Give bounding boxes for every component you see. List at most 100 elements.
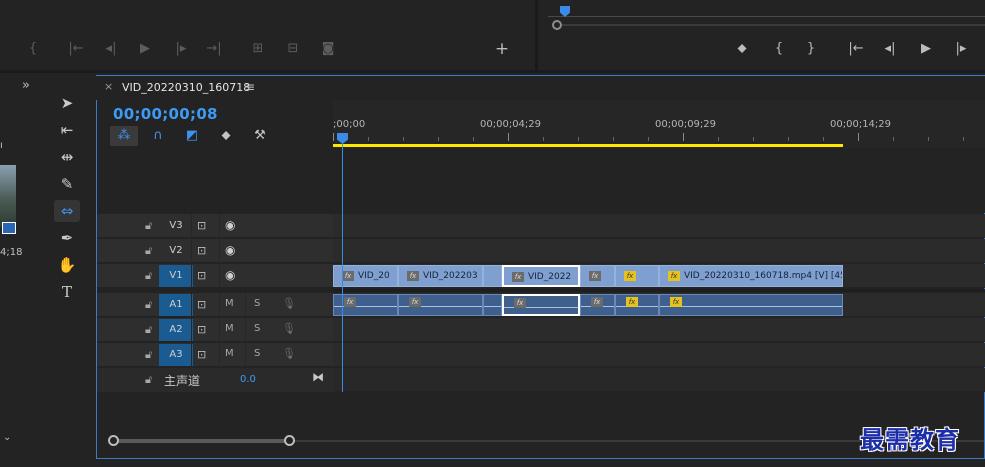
- source-play-button[interactable]: ▶: [136, 40, 154, 58]
- slip-tool-icon[interactable]: ⇔: [54, 200, 80, 222]
- playhead-timecode[interactable]: 00;00;00;08: [113, 105, 218, 123]
- program-zoom-handle[interactable]: [552, 20, 562, 30]
- video-clip[interactable]: fx: [580, 265, 615, 287]
- program-mark-in-button[interactable]: {: [772, 40, 786, 58]
- pen-tool-icon[interactable]: ✒: [54, 227, 80, 249]
- solo-button[interactable]: S: [254, 348, 260, 359]
- panel-menu-icon[interactable]: ≡: [245, 80, 255, 94]
- track-lane-a2[interactable]: [333, 318, 985, 342]
- lock-icon[interactable]: 🔓︎: [145, 323, 152, 337]
- source-mark-in-button[interactable]: {: [26, 40, 40, 58]
- program-play-button[interactable]: ▶: [916, 40, 936, 58]
- mute-button[interactable]: M: [225, 323, 234, 334]
- audio-clip-selected[interactable]: fx: [502, 294, 580, 316]
- eye-icon[interactable]: ◉: [225, 243, 235, 257]
- track-header-v2[interactable]: 🔓︎ V2 ⊡ ◉: [97, 239, 333, 263]
- audio-clip[interactable]: fx: [615, 294, 659, 316]
- source-step-back-button[interactable]: ◂|: [102, 40, 120, 58]
- program-ruler[interactable]: [548, 16, 985, 17]
- scrollbar-thumb[interactable]: [114, 439, 290, 443]
- lock-icon[interactable]: 🔓︎: [145, 269, 152, 283]
- lock-icon[interactable]: 🔓︎: [145, 219, 152, 233]
- video-clip[interactable]: [483, 265, 502, 287]
- mute-button[interactable]: M: [225, 298, 234, 309]
- ripple-edit-tool-icon[interactable]: ⇹: [54, 146, 80, 168]
- program-go-to-in-button[interactable]: |←: [846, 40, 866, 58]
- close-tab-icon[interactable]: ×: [104, 80, 113, 93]
- source-step-forward-button[interactable]: |▸: [172, 40, 190, 58]
- lock-icon[interactable]: 🔓︎: [145, 373, 152, 387]
- mute-button[interactable]: M: [225, 348, 234, 359]
- program-step-back-button[interactable]: ◂|: [880, 40, 900, 58]
- program-zoom-scrollbar[interactable]: [557, 24, 985, 26]
- track-target-v1[interactable]: V1: [159, 265, 193, 287]
- track-lane-v3[interactable]: [333, 214, 985, 238]
- track-target-a3[interactable]: A3: [159, 344, 193, 366]
- sync-lock-icon[interactable]: ⊡: [197, 348, 206, 361]
- program-add-marker-button[interactable]: ⬥: [733, 40, 751, 58]
- hand-tool-icon[interactable]: ✋: [54, 254, 80, 276]
- razor-tool-icon[interactable]: ✎: [54, 173, 80, 195]
- track-header-v1[interactable]: 🔓︎ V1 ⊡ ◉: [97, 264, 333, 288]
- solo-button[interactable]: S: [254, 323, 260, 334]
- microphone-icon[interactable]: 🎙︎: [282, 322, 296, 335]
- settings-wrench-icon[interactable]: ⚒: [246, 126, 274, 146]
- zoom-handle-right[interactable]: [284, 435, 295, 446]
- track-target-v2[interactable]: V2: [159, 240, 193, 262]
- track-lane-v2[interactable]: [333, 239, 985, 263]
- track-header-a1[interactable]: 🔓︎ A1 ⊡ M S 🎙︎: [97, 293, 333, 317]
- sync-lock-icon[interactable]: ⊡: [197, 269, 206, 282]
- lock-icon[interactable]: 🔓︎: [145, 298, 152, 312]
- lock-icon[interactable]: 🔓︎: [145, 348, 152, 362]
- track-header-a3[interactable]: 🔓︎ A3 ⊡ M S 🎙︎: [97, 343, 333, 367]
- panel-separator[interactable]: [0, 70, 985, 73]
- audio-clip[interactable]: fx: [659, 294, 843, 316]
- lock-icon[interactable]: 🔓︎: [145, 244, 152, 258]
- source-go-to-out-button[interactable]: →|: [204, 40, 224, 58]
- track-select-tool-icon[interactable]: ⇤: [54, 119, 80, 141]
- sequence-tab[interactable]: VID_20220310_160718: [122, 81, 250, 94]
- source-export-frame-button[interactable]: ◙: [318, 40, 338, 58]
- track-lane-master[interactable]: [333, 368, 985, 392]
- snap-icon[interactable]: ∩: [144, 126, 172, 146]
- audio-clip[interactable]: [483, 294, 502, 316]
- panel-expand-icon[interactable]: »: [22, 78, 30, 93]
- program-step-forward-button[interactable]: |▸: [951, 40, 971, 58]
- clip-thumbnail[interactable]: [0, 165, 16, 227]
- type-tool-icon[interactable]: T: [54, 281, 80, 303]
- source-go-to-in-button[interactable]: |←: [66, 40, 86, 58]
- track-target-a1[interactable]: A1: [159, 294, 193, 316]
- audio-clip[interactable]: fx: [398, 294, 483, 316]
- linked-selection-icon[interactable]: ◩: [178, 126, 206, 146]
- source-overwrite-button[interactable]: ⊟: [283, 40, 303, 58]
- microphone-icon[interactable]: 🎙︎: [282, 347, 296, 360]
- selection-tool-icon[interactable]: ➤: [54, 92, 80, 114]
- track-target-v3[interactable]: V3: [159, 215, 193, 237]
- source-insert-button[interactable]: ⊞: [248, 40, 268, 58]
- video-clip[interactable]: fx VID_202203: [398, 265, 483, 287]
- eye-icon[interactable]: ◉: [225, 268, 235, 282]
- video-clip[interactable]: fx: [615, 265, 659, 287]
- source-add-button[interactable]: +: [492, 40, 512, 58]
- zoom-handle-left[interactable]: [108, 435, 119, 446]
- video-clip-selected[interactable]: fx VID_2022: [502, 265, 580, 287]
- dropdown-arrow-icon[interactable]: ⌄: [3, 432, 11, 443]
- playhead-line[interactable]: [342, 142, 343, 434]
- go-to-end-icon[interactable]: ⧓: [312, 370, 324, 384]
- microphone-icon[interactable]: 🎙︎: [282, 297, 296, 310]
- sync-lock-icon[interactable]: ⊡: [197, 244, 206, 257]
- track-header-a2[interactable]: 🔓︎ A2 ⊡ M S 🎙︎: [97, 318, 333, 342]
- track-header-v3[interactable]: 🔓︎ V3 ⊡ ◉: [97, 214, 333, 238]
- sync-lock-icon[interactable]: ⊡: [197, 323, 206, 336]
- sync-lock-icon[interactable]: ⊡: [197, 298, 206, 311]
- video-clip[interactable]: fx VID_20220310_160718.mp4 [V] [45.: [659, 265, 843, 287]
- audio-clip[interactable]: fx: [580, 294, 615, 316]
- nest-toggle-icon[interactable]: ⁂: [110, 126, 138, 146]
- eye-icon[interactable]: ◉: [225, 218, 235, 232]
- master-volume-value[interactable]: 0.0: [240, 374, 256, 385]
- program-mark-out-button[interactable]: }: [804, 40, 818, 58]
- add-marker-icon[interactable]: ⬥: [212, 126, 240, 146]
- solo-button[interactable]: S: [254, 298, 260, 309]
- sync-lock-icon[interactable]: ⊡: [197, 219, 206, 232]
- track-lane-a3[interactable]: [333, 343, 985, 367]
